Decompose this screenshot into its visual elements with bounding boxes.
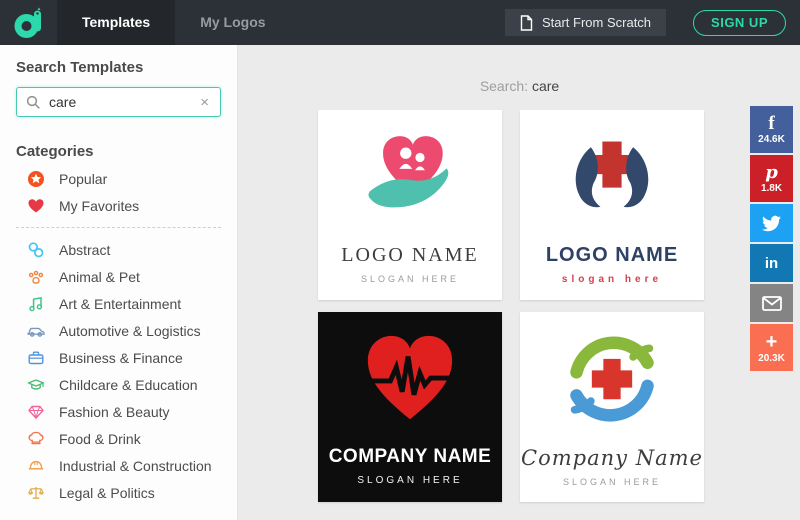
- template-card-heartbeat-heart[interactable]: COMPANY NAME SLOGAN HERE: [318, 312, 502, 502]
- paw-icon: [27, 268, 45, 286]
- linkedin-icon: in: [765, 256, 778, 271]
- category-label: Art & Entertainment: [59, 296, 181, 312]
- category-art-entertainment[interactable]: Art & Entertainment: [16, 290, 221, 317]
- category-business-finance[interactable]: Business & Finance: [16, 344, 221, 371]
- heartbeat-heart-logo: [361, 324, 459, 436]
- brand-logo[interactable]: [0, 0, 57, 45]
- pinterest-share-count: 1.8K: [761, 183, 782, 194]
- categories-heading: Categories: [16, 143, 221, 161]
- template-search-box[interactable]: ×: [16, 87, 221, 117]
- graduation-cap-icon: [27, 376, 45, 394]
- hard-hat-icon: [27, 457, 45, 475]
- category-automotive-logistics[interactable]: Automotive & Logistics: [16, 317, 221, 344]
- template-card-heart-in-hand[interactable]: LOGO NAME SLOGAN HERE: [318, 110, 502, 300]
- search-result-label: Search: care: [239, 78, 800, 95]
- template-logo-slogan: slogan here: [562, 274, 662, 285]
- search-result-prefix: Search:: [480, 78, 528, 94]
- abstract-icon: [27, 241, 45, 259]
- category-popular[interactable]: Popular: [16, 165, 221, 192]
- template-logo-slogan: SLOGAN HERE: [563, 477, 661, 487]
- designevo-logo-icon: [13, 5, 45, 41]
- pinterest-icon: p: [765, 164, 778, 182]
- category-label: Food & Drink: [59, 431, 141, 447]
- cross-circle-hands-logo: [564, 324, 660, 436]
- search-templates-heading: Search Templates: [16, 59, 221, 77]
- sign-up-button[interactable]: SIGN UP: [693, 10, 786, 36]
- more-share-button[interactable]: + 20.3K: [750, 324, 793, 371]
- template-grid: LOGO NAME SLOGAN HERE LOGO NAME slogan h…: [318, 110, 800, 502]
- tab-my-logos[interactable]: My Logos: [175, 0, 290, 45]
- category-label: Fashion & Beauty: [59, 404, 170, 420]
- category-label: Legal & Politics: [59, 485, 155, 501]
- category-legal-politics[interactable]: Legal & Politics: [16, 479, 221, 506]
- start-from-scratch-button[interactable]: Start From Scratch: [505, 9, 666, 36]
- search-icon: [26, 95, 41, 110]
- total-share-count: 20.3K: [758, 353, 785, 364]
- briefcase-icon: [27, 349, 45, 367]
- cross-in-hands-logo: [564, 122, 660, 234]
- search-result-term: care: [532, 78, 559, 94]
- category-fashion-beauty[interactable]: Fashion & Beauty: [16, 398, 221, 425]
- category-label: Abstract: [59, 242, 110, 258]
- social-share-rail: f 24.6K p 1.8K in + 20.3K: [750, 106, 793, 373]
- sidebar: Search Templates × Categories Popular: [0, 45, 238, 520]
- start-from-scratch-label: Start From Scratch: [542, 15, 651, 30]
- category-label: My Favorites: [59, 198, 139, 214]
- template-card-cross-circle-hands[interactable]: Company Name SLOGAN HERE: [520, 312, 704, 502]
- scale-icon: [27, 484, 45, 502]
- twitter-share-button[interactable]: [750, 204, 793, 242]
- pinterest-share-button[interactable]: p 1.8K: [750, 155, 793, 202]
- heart-in-hand-logo: [362, 122, 458, 234]
- category-childcare-education[interactable]: Childcare & Education: [16, 371, 221, 398]
- template-logo-name: LOGO NAME: [341, 244, 478, 267]
- category-label: Business & Finance: [59, 350, 183, 366]
- template-logo-name: COMPANY NAME: [329, 446, 492, 468]
- facebook-icon: f: [768, 114, 774, 133]
- template-logo-name: LOGO NAME: [546, 244, 678, 267]
- clear-search-icon[interactable]: ×: [198, 93, 211, 112]
- template-logo-slogan: SLOGAN HERE: [357, 475, 462, 486]
- plus-icon: +: [766, 332, 778, 352]
- diamond-icon: [27, 403, 45, 421]
- category-label: Childcare & Education: [59, 377, 198, 393]
- category-label: Automotive & Logistics: [59, 323, 201, 339]
- car-icon: [27, 322, 45, 340]
- template-logo-slogan: SLOGAN HERE: [361, 274, 459, 284]
- music-note-icon: [27, 295, 45, 313]
- heart-icon: [27, 197, 45, 215]
- tab-templates[interactable]: Templates: [57, 0, 175, 45]
- category-food-drink[interactable]: Food & Drink: [16, 425, 221, 452]
- blank-document-icon: [520, 15, 533, 31]
- template-card-cross-in-hands[interactable]: LOGO NAME slogan here: [520, 110, 704, 300]
- template-logo-name: Company Name: [521, 446, 703, 470]
- top-navbar: Templates My Logos Start From Scratch SI…: [0, 0, 800, 45]
- category-industrial-construction[interactable]: Industrial & Construction: [16, 452, 221, 479]
- linkedin-share-button[interactable]: in: [750, 244, 793, 282]
- email-share-button[interactable]: [750, 284, 793, 322]
- facebook-share-button[interactable]: f 24.6K: [750, 106, 793, 153]
- category-label: Industrial & Construction: [59, 458, 212, 474]
- category-animal-pet[interactable]: Animal & Pet: [16, 263, 221, 290]
- star-circle-icon: [27, 170, 45, 188]
- twitter-bird-icon: [762, 214, 781, 233]
- category-label: Animal & Pet: [59, 269, 140, 285]
- chef-hat-icon: [27, 430, 45, 448]
- results-area: Search: care LOGO NAME SLOGAN HERE: [239, 45, 800, 520]
- search-input[interactable]: [49, 94, 198, 110]
- category-my-favorites[interactable]: My Favorites: [16, 192, 221, 219]
- categories-list: Popular My Favorites Abstract: [16, 165, 221, 506]
- sidebar-divider: [16, 227, 221, 228]
- category-label: Popular: [59, 171, 107, 187]
- category-abstract[interactable]: Abstract: [16, 236, 221, 263]
- facebook-share-count: 24.6K: [758, 134, 785, 145]
- envelope-icon: [762, 296, 782, 311]
